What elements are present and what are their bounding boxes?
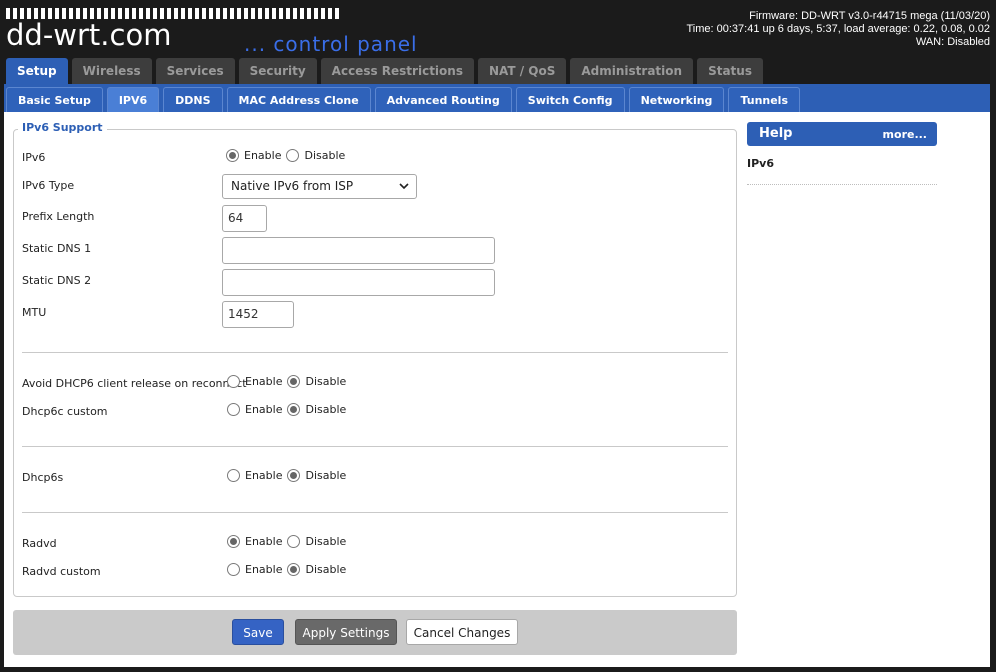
divider xyxy=(22,512,728,513)
subtab-basic-setup[interactable]: Basic Setup xyxy=(6,87,103,112)
avoid-dhcp6-radio-group: Enable Disable xyxy=(227,375,351,388)
ipv6-label: IPv6 xyxy=(22,151,46,164)
radvd-disable-label: Disable xyxy=(305,535,347,548)
help-title: Help xyxy=(759,126,793,141)
dhcp6c-custom-enable-radio[interactable] xyxy=(227,403,240,416)
radvd-custom-enable-label: Enable xyxy=(245,563,283,576)
content-panel: IPv6 Support IPv6 Enable Disable IPv6 Ty… xyxy=(4,112,990,667)
dhcp6s-disable-radio[interactable] xyxy=(287,469,301,482)
ipv6-disable-radio[interactable] xyxy=(286,149,300,162)
subtab-advanced-routing[interactable]: Advanced Routing xyxy=(374,87,512,112)
button-bar: Save Apply Settings Cancel Changes xyxy=(13,610,737,655)
main-tabs: Setup Wireless Services Security Access … xyxy=(6,58,763,84)
dhcp6c-custom-label: Dhcp6c custom xyxy=(22,405,108,418)
chevron-down-icon xyxy=(399,183,409,190)
sub-tabs: Basic Setup IPV6 DDNS MAC Address Clone … xyxy=(6,87,801,112)
avoid-dhcp6-disable-label: Disable xyxy=(305,375,347,388)
radvd-enable-label: Enable xyxy=(245,535,283,548)
radvd-disable-radio[interactable] xyxy=(287,535,301,548)
divider xyxy=(22,446,728,447)
dhcp6s-enable-label: Enable xyxy=(245,469,283,482)
subtab-mac-address-clone[interactable]: MAC Address Clone xyxy=(226,87,371,112)
dhcp6c-custom-radio-group: Enable Disable xyxy=(227,403,351,416)
help-item-ipv6: IPv6 xyxy=(747,157,774,170)
tab-setup[interactable]: Setup xyxy=(6,58,68,84)
help-more-link[interactable]: more... xyxy=(883,128,927,141)
dhcp6c-custom-enable-label: Enable xyxy=(245,403,283,416)
static-dns2-label: Static DNS 2 xyxy=(22,274,92,287)
ipv6-enable-radio[interactable] xyxy=(226,149,239,162)
prefix-length-label: Prefix Length xyxy=(22,210,95,223)
tab-status[interactable]: Status xyxy=(697,58,763,84)
uptime: Time: 00:37:41 up 6 days, 5:37, load ave… xyxy=(686,23,990,35)
apply-settings-button[interactable]: Apply Settings xyxy=(295,619,397,645)
dhcp6s-enable-radio[interactable] xyxy=(227,469,240,482)
control-panel-tagline: ... control panel xyxy=(244,32,418,56)
ipv6-enable-label: Enable xyxy=(244,149,282,162)
firmware-version: Firmware: DD-WRT v3.0-r44715 mega (11/03… xyxy=(749,10,990,22)
firmware-info: Firmware: DD-WRT v3.0-r44715 mega (11/03… xyxy=(686,10,990,49)
tab-wireless[interactable]: Wireless xyxy=(71,58,152,84)
ipv6-support-fieldset xyxy=(13,129,737,597)
radvd-custom-radio-group: Enable Disable xyxy=(227,563,351,576)
dhcp6s-radio-group: Enable Disable xyxy=(227,469,351,482)
subtab-networking[interactable]: Networking xyxy=(628,87,725,112)
divider xyxy=(22,352,728,353)
mtu-label: MTU xyxy=(22,306,47,319)
subtab-switch-config[interactable]: Switch Config xyxy=(515,87,625,112)
tab-administration[interactable]: Administration xyxy=(570,58,694,84)
radvd-custom-disable-label: Disable xyxy=(305,563,347,576)
help-divider xyxy=(747,184,937,185)
ipv6-type-label: IPv6 Type xyxy=(22,179,75,192)
radvd-radio-group: Enable Disable xyxy=(227,535,351,548)
ipv6-type-select[interactable]: Native IPv6 from ISP xyxy=(222,174,417,199)
dhcp6c-custom-disable-label: Disable xyxy=(305,403,347,416)
subtab-ipv6[interactable]: IPV6 xyxy=(106,87,160,112)
radvd-custom-label: Radvd custom xyxy=(22,565,101,578)
wan-status: WAN: Disabled xyxy=(915,36,990,48)
radvd-custom-disable-radio[interactable] xyxy=(287,563,301,576)
fieldset-legend: IPv6 Support xyxy=(18,121,107,134)
logo: dd-wrt.com xyxy=(6,18,172,52)
ipv6-disable-label: Disable xyxy=(304,149,346,162)
tab-nat-qos[interactable]: NAT / QoS xyxy=(477,58,567,84)
static-dns1-input[interactable] xyxy=(222,237,495,264)
subtab-ddns[interactable]: DDNS xyxy=(163,87,223,112)
avoid-dhcp6-enable-label: Enable xyxy=(245,375,283,388)
dhcp6s-label: Dhcp6s xyxy=(22,471,64,484)
ipv6-type-value: Native IPv6 from ISP xyxy=(231,179,354,193)
save-button[interactable]: Save xyxy=(232,619,284,645)
dhcp6c-custom-disable-radio[interactable] xyxy=(287,403,301,416)
mtu-input[interactable]: 1452 xyxy=(222,301,294,328)
subtab-tunnels[interactable]: Tunnels xyxy=(728,87,801,112)
tab-services[interactable]: Services xyxy=(155,58,235,84)
radvd-custom-enable-radio[interactable] xyxy=(227,563,240,576)
tab-access-restrictions[interactable]: Access Restrictions xyxy=(320,58,474,84)
ipv6-radio-group: Enable Disable xyxy=(226,149,350,162)
avoid-dhcp6-label: Avoid DHCP6 client release on reconnect xyxy=(22,377,247,390)
radvd-label: Radvd xyxy=(22,537,57,550)
tab-security[interactable]: Security xyxy=(238,58,317,84)
cancel-changes-button[interactable]: Cancel Changes xyxy=(406,619,518,645)
avoid-dhcp6-disable-radio[interactable] xyxy=(287,375,301,388)
avoid-dhcp6-enable-radio[interactable] xyxy=(227,375,240,388)
static-dns1-label: Static DNS 1 xyxy=(22,242,92,255)
prefix-length-input[interactable]: 64 xyxy=(222,205,267,232)
radvd-enable-radio[interactable] xyxy=(227,535,240,548)
static-dns2-input[interactable] xyxy=(222,269,495,296)
dhcp6s-disable-label: Disable xyxy=(305,469,347,482)
help-header: Help more... xyxy=(747,122,937,146)
